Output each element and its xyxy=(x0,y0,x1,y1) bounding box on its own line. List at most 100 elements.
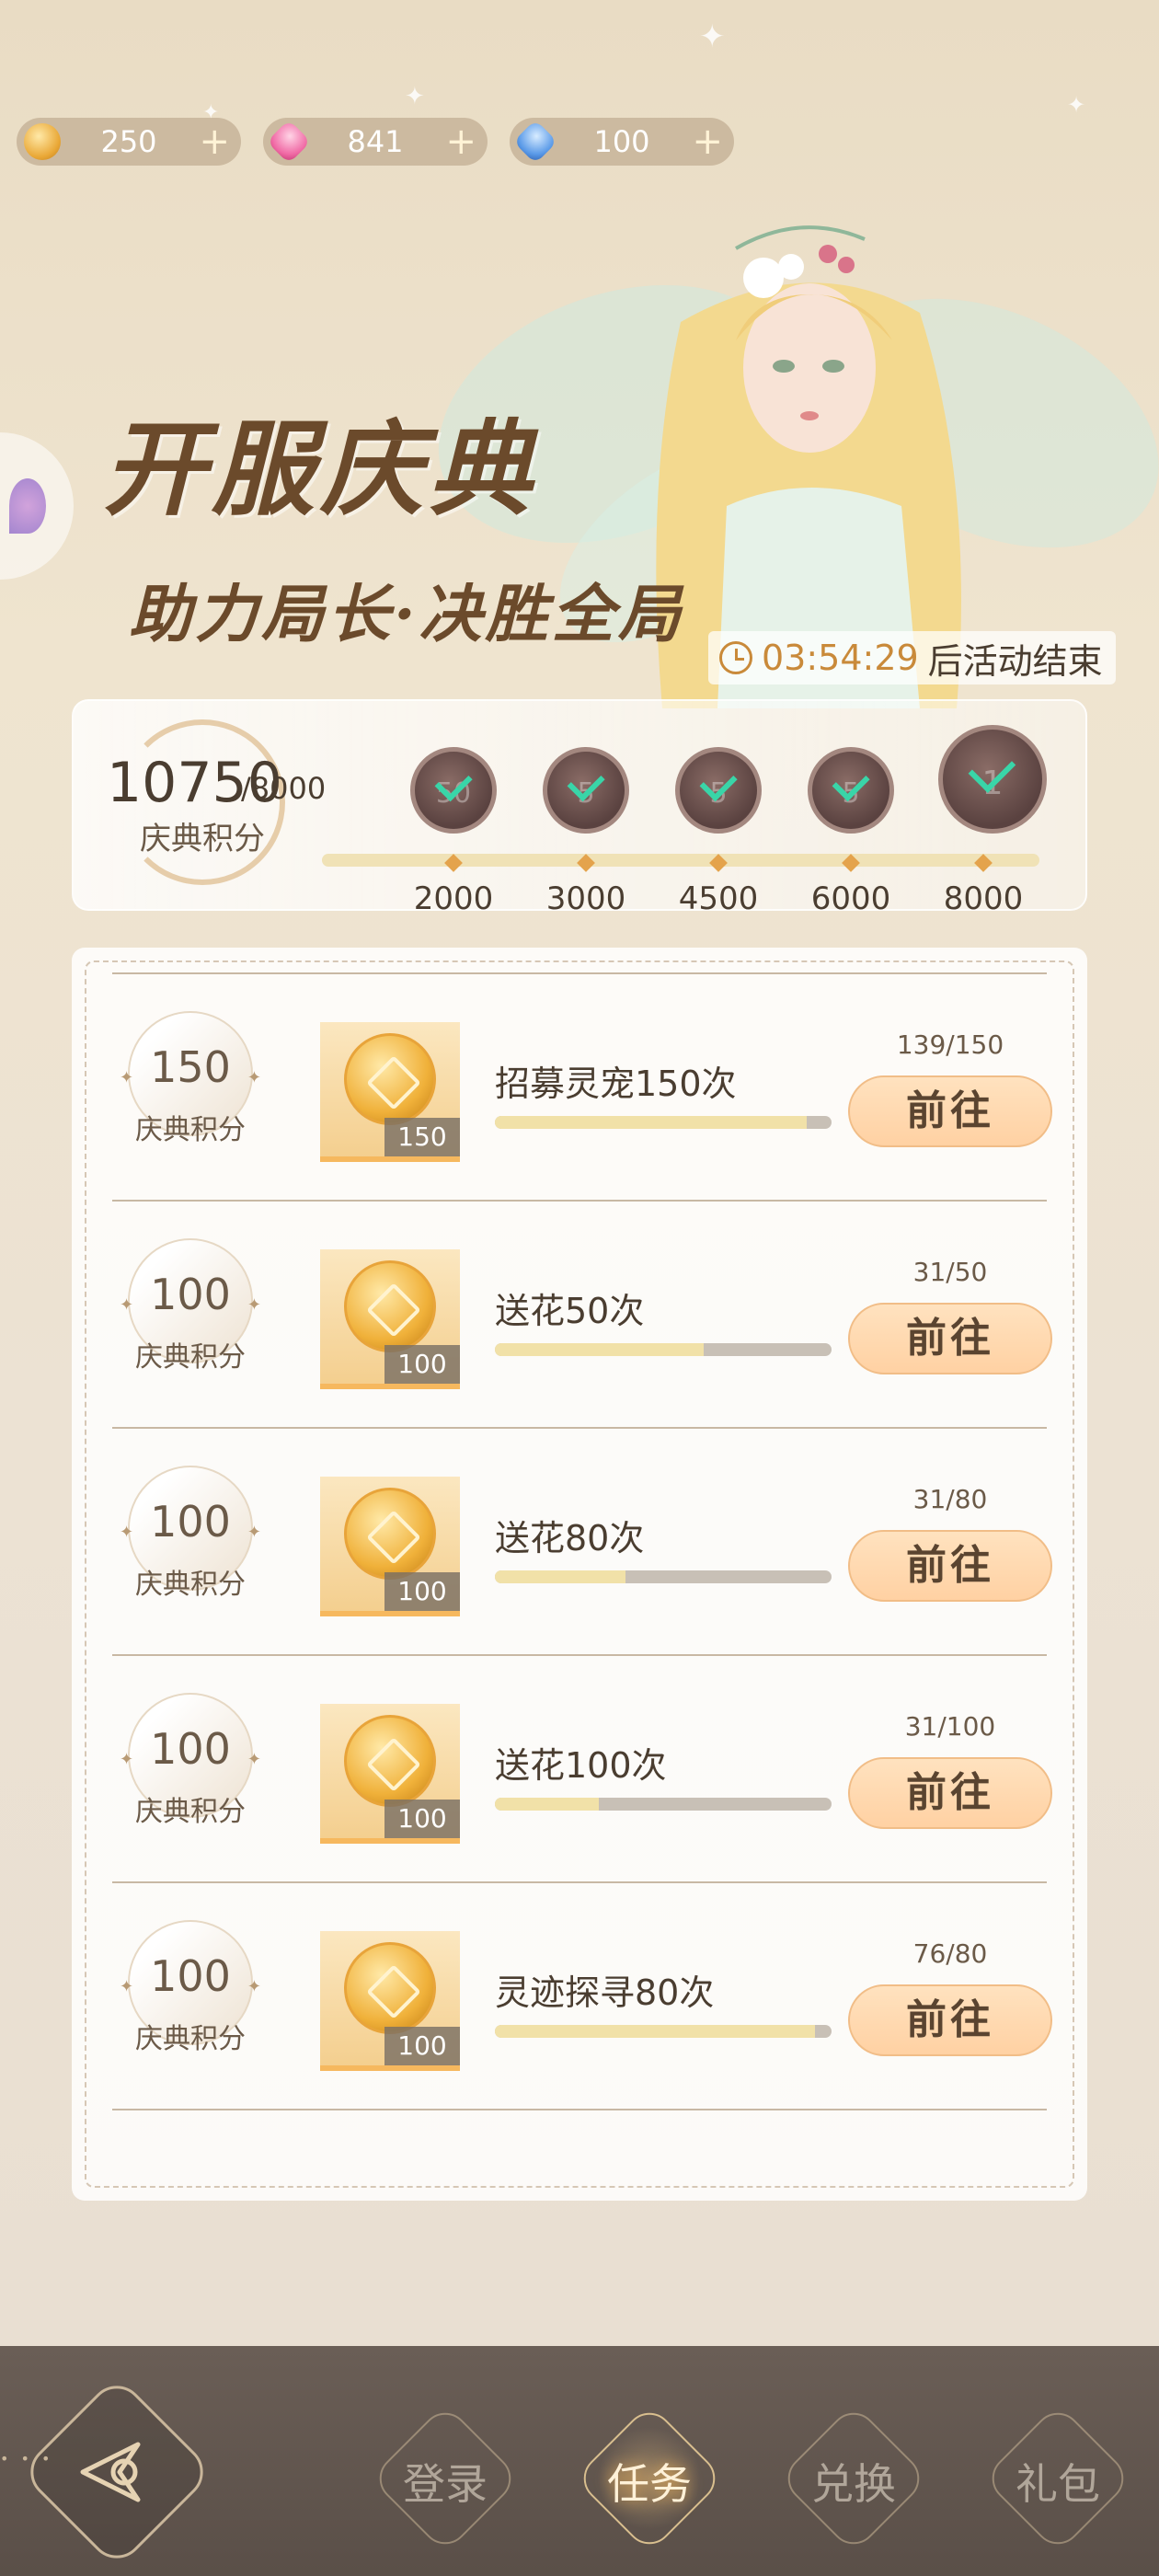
go-button[interactable]: 前往 xyxy=(848,1075,1052,1147)
task-score: ✦ ✦ 100 庆典积分 xyxy=(120,1693,261,1828)
gold-coin-icon xyxy=(344,1488,436,1580)
milestone-marker xyxy=(974,854,993,872)
tab-tasks[interactable]: 任务 xyxy=(573,2402,726,2555)
gold-coin-icon xyxy=(344,1033,436,1125)
task-list[interactable]: ✦ ✦ 150 庆典积分 150 升至代理监察官 前往 ✦ ✦ 150 庆典积分… xyxy=(72,962,1087,2173)
task-row: ✦ ✦ 150 庆典积分 150 升至代理监察官 前往 xyxy=(112,962,1047,974)
task-row: ✦ ✦ 100 庆典积分 100 送花100次 31/100 前往 xyxy=(112,1656,1052,1883)
add-currency-icon[interactable]: + xyxy=(445,121,476,162)
task-name: 送花100次 xyxy=(495,1745,667,1786)
task-name: 招募灵宠150次 xyxy=(495,1064,737,1104)
petal-icon xyxy=(9,478,46,534)
reward-chest-icon: 5 xyxy=(675,747,762,834)
task-score-value: 150 xyxy=(150,1042,231,1092)
points-label: 庆典积分 xyxy=(140,821,265,857)
task-progress-fill xyxy=(495,1343,704,1356)
reward-quantity: 100 xyxy=(384,1345,460,1384)
task-score-value: 100 xyxy=(150,1270,231,1319)
task-score: ✦ ✦ 100 庆典积分 xyxy=(120,1466,261,1601)
countdown-time: 03:54:29 xyxy=(762,638,919,678)
tab-label: 礼包 xyxy=(1016,2459,1100,2509)
milestone-value: 3000 xyxy=(545,880,626,917)
milestone-value: 8000 xyxy=(943,880,1024,917)
milestone-2000[interactable]: 50 2000 xyxy=(408,747,499,917)
task-progress-text: 31/80 xyxy=(912,1484,988,1514)
currency-blue-diamond[interactable]: 100 + xyxy=(510,118,734,166)
task-name: 灵迹探寻80次 xyxy=(495,1972,715,2013)
milestone-3000[interactable]: 5 3000 xyxy=(541,747,631,917)
task-score-label: 庆典积分 xyxy=(135,2023,246,2055)
reward-quantity: 100 xyxy=(384,1800,460,1838)
tab-label: 兑换 xyxy=(811,2459,896,2509)
task-score-label: 庆典积分 xyxy=(135,1796,246,1828)
task-progress-bar xyxy=(495,1798,832,1811)
task-progress-bar xyxy=(495,1116,832,1129)
points-panel: 10750 /8000 庆典积分 50 2000 5 3000 5 4500 5… xyxy=(72,699,1087,917)
go-button[interactable]: 前往 xyxy=(848,1984,1052,2056)
gold-coin-icon xyxy=(344,1260,436,1352)
task-score: ✦ ✦ 150 庆典积分 xyxy=(120,1011,261,1146)
task-progress-fill xyxy=(495,1798,600,1811)
task-score-label: 庆典积分 xyxy=(135,1569,246,1601)
sparkle-decoration: ✦ xyxy=(1067,92,1086,118)
reward-quantity: 150 xyxy=(384,1118,460,1156)
milestone-marker xyxy=(842,854,860,872)
task-name: 送花80次 xyxy=(495,1518,645,1558)
reward-chest-icon: 5 xyxy=(543,747,629,834)
task-score-label: 庆典积分 xyxy=(135,1114,246,1146)
task-score: ✦ ✦ 100 庆典积分 xyxy=(120,1920,261,2055)
task-name: 送花50次 xyxy=(495,1291,645,1331)
milestone-marker xyxy=(577,854,595,872)
milestone-6000[interactable]: 5 6000 xyxy=(806,747,896,917)
points-max: /8000 xyxy=(241,771,327,806)
tab-gift-pack[interactable]: 礼包 xyxy=(981,2402,1134,2555)
reward-chest-icon: 5 xyxy=(808,747,894,834)
reward-quantity: 100 xyxy=(384,1572,460,1611)
task-progress-fill xyxy=(495,2025,815,2038)
task-progress-fill xyxy=(495,1570,625,1583)
reward-chest-icon: 1 xyxy=(938,725,1047,834)
task-score-label: 庆典积分 xyxy=(135,1341,246,1374)
go-button[interactable]: 前往 xyxy=(848,1757,1052,1829)
task-progress-fill xyxy=(495,1116,808,1129)
event-subtitle: 助力局长·决胜全局 xyxy=(129,578,684,651)
tab-exchange[interactable]: 兑换 xyxy=(777,2402,930,2555)
task-reward[interactable]: 100 xyxy=(320,1249,460,1389)
task-reward[interactable]: 100 xyxy=(320,1704,460,1844)
milestone-value: 4500 xyxy=(678,880,759,917)
milestone-value: 6000 xyxy=(810,880,891,917)
task-panel: ✦ ✦ 150 庆典积分 150 升至代理监察官 前往 ✦ ✦ 150 庆典积分… xyxy=(72,948,1087,2201)
milestone-marker xyxy=(444,854,463,872)
event-title: 开服庆典 xyxy=(103,409,537,530)
task-reward[interactable]: 100 xyxy=(320,1931,460,2071)
gold-coin-icon xyxy=(344,1715,436,1807)
currency-gold[interactable]: 250 + xyxy=(17,118,241,166)
countdown-suffix: 后活动结束 xyxy=(927,640,1103,682)
task-progress-text: 139/150 xyxy=(896,1029,1004,1060)
go-button[interactable]: 前往 xyxy=(848,1303,1052,1374)
task-row: ✦ ✦ 100 庆典积分 100 灵迹探寻80次 76/80 前往 xyxy=(112,1883,1052,2110)
currency-bar: 250 + 841 + 100 + xyxy=(17,118,734,166)
reward-chest-icon: 50 xyxy=(410,747,497,834)
gold-coin-icon xyxy=(344,1942,436,2034)
sparkle-decoration: ✦ xyxy=(405,83,425,110)
event-countdown: 03:54:29 后活动结束 xyxy=(708,631,1116,684)
task-progress-text: 31/100 xyxy=(904,1711,996,1742)
side-event-tab[interactable] xyxy=(0,432,74,580)
back-arrow-icon xyxy=(80,2442,141,2502)
go-button[interactable]: 前往 xyxy=(848,1530,1052,1602)
task-progress-bar xyxy=(495,2025,832,2038)
task-reward[interactable]: 100 xyxy=(320,1477,460,1616)
task-reward[interactable]: 150 xyxy=(320,1022,460,1162)
milestone-marker xyxy=(709,854,728,872)
add-currency-icon[interactable]: + xyxy=(692,121,723,162)
task-row: ✦ ✦ 150 庆典积分 150 招募灵宠150次 139/150 前往 xyxy=(112,974,1052,1202)
milestone-8000[interactable]: 1 8000 xyxy=(938,725,1047,917)
milestone-4500[interactable]: 5 4500 xyxy=(673,747,763,917)
task-row: ✦ ✦ 100 庆典积分 100 送花50次 31/50 前往 xyxy=(112,1202,1052,1429)
task-progress-text: 76/80 xyxy=(912,1938,988,1969)
currency-pink-gem[interactable]: 841 + xyxy=(263,118,488,166)
add-currency-icon[interactable]: + xyxy=(199,121,230,162)
task-progress-bar xyxy=(495,1343,832,1356)
tab-login[interactable]: 登录 xyxy=(369,2402,522,2555)
